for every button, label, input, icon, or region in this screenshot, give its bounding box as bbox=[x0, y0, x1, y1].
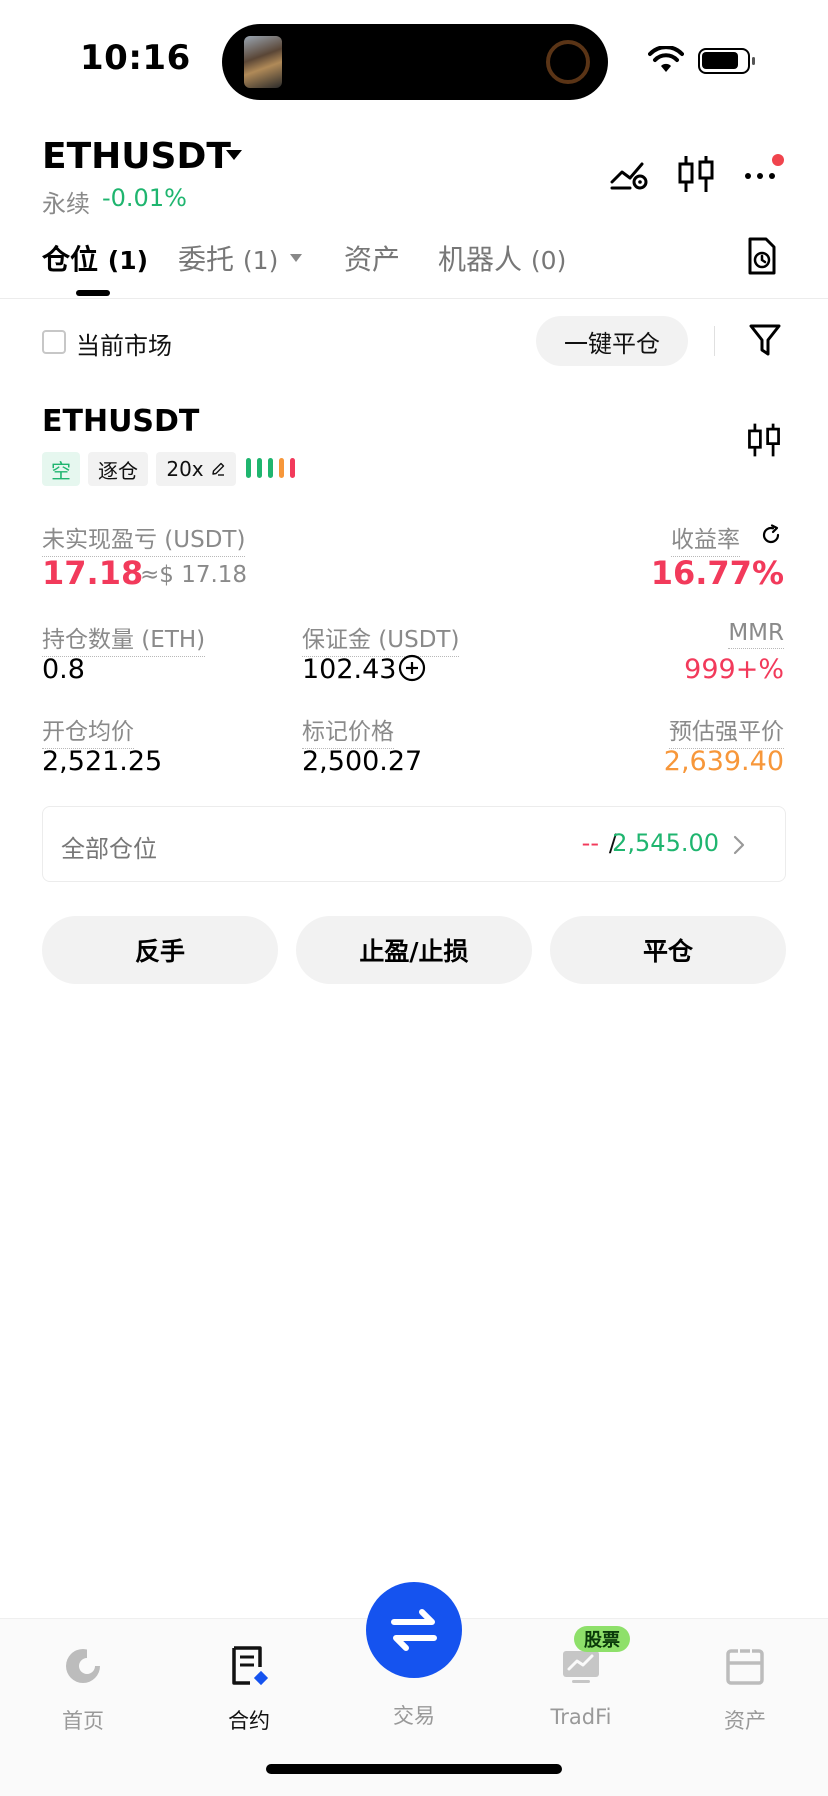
nav-home[interactable]: 首页 bbox=[0, 1619, 166, 1735]
all-positions-label: 全部仓位 bbox=[61, 835, 157, 863]
contract-type: 永续 bbox=[42, 190, 90, 218]
liquidation-price-value: 2,639.40 bbox=[663, 746, 784, 777]
all-positions-pnl: -- bbox=[581, 829, 599, 857]
orders-dropdown-icon[interactable] bbox=[290, 254, 302, 262]
side-tag: 空 bbox=[42, 452, 80, 486]
risk-level-bars bbox=[246, 458, 295, 478]
nav-label: 首页 bbox=[62, 1709, 104, 1733]
nav-label: TradFi bbox=[550, 1705, 612, 1729]
roe-value: 16.77% bbox=[650, 554, 784, 592]
entry-price-value: 2,521.25 bbox=[42, 746, 163, 777]
wifi-icon bbox=[648, 46, 684, 72]
filter-icon[interactable] bbox=[748, 322, 782, 358]
mark-price-value: 2,500.27 bbox=[302, 746, 423, 777]
trade-button[interactable] bbox=[366, 1582, 462, 1678]
home-indicator bbox=[266, 1764, 562, 1774]
notification-dot bbox=[772, 154, 784, 166]
close-position-button[interactable]: 平仓 bbox=[550, 916, 786, 984]
margin-mode-tag: 逐仓 bbox=[88, 452, 148, 486]
activity-ring-icon bbox=[546, 40, 590, 84]
current-market-label[interactable]: 当前市场 bbox=[76, 326, 172, 361]
tab-assets[interactable]: 资产 bbox=[344, 238, 400, 278]
nav-futures[interactable]: 合约 bbox=[166, 1619, 332, 1735]
futures-document-icon bbox=[232, 1646, 269, 1686]
entry-price-label[interactable]: 开仓均价 bbox=[42, 712, 134, 749]
media-thumbnail bbox=[244, 36, 282, 88]
price-alert-icon[interactable] bbox=[608, 152, 652, 196]
current-market-checkbox[interactable] bbox=[42, 330, 66, 354]
margin-label[interactable]: 保证金 (USDT) bbox=[302, 620, 460, 657]
kline-icon[interactable] bbox=[744, 420, 784, 460]
mark-price-label[interactable]: 标记价格 bbox=[302, 712, 394, 749]
edit-pencil-icon bbox=[211, 462, 224, 476]
nav-assets[interactable]: 资产 bbox=[662, 1619, 828, 1735]
nav-label: 资产 bbox=[724, 1709, 766, 1733]
tab-orders[interactable]: 委托 (1) bbox=[178, 238, 278, 278]
reverse-button[interactable]: 反手 bbox=[42, 916, 278, 984]
mmr-value: 999+% bbox=[684, 654, 784, 685]
chevron-right-icon bbox=[733, 835, 745, 855]
tab-positions[interactable]: 仓位 (1) bbox=[42, 238, 148, 278]
liquidation-price-label[interactable]: 预估强平价 bbox=[669, 712, 784, 749]
tab-count: (1) bbox=[242, 246, 279, 275]
risk-bar bbox=[268, 458, 273, 478]
unrealized-pnl-label[interactable]: 未实现盈亏 (USDT) bbox=[42, 520, 246, 557]
stocks-badge: 股票 bbox=[574, 1626, 630, 1652]
symbol-title[interactable]: ETHUSDT bbox=[42, 136, 231, 177]
vertical-divider bbox=[714, 326, 715, 356]
refresh-icon[interactable] bbox=[760, 524, 782, 546]
position-symbol[interactable]: ETHUSDT bbox=[42, 404, 199, 439]
tab-label: 仓位 bbox=[42, 243, 99, 276]
symbol-dropdown-icon[interactable] bbox=[226, 150, 242, 160]
add-margin-icon[interactable] bbox=[398, 654, 426, 682]
status-time: 10:16 bbox=[80, 38, 191, 78]
quantity-value: 0.8 bbox=[42, 654, 85, 685]
unrealized-pnl-value: 17.18 bbox=[42, 554, 144, 592]
risk-bar bbox=[290, 458, 295, 478]
tab-count: (0) bbox=[530, 246, 567, 275]
tp-sl-button[interactable]: 止盈/止损 bbox=[296, 916, 532, 984]
all-positions-value: 2,545.00 bbox=[612, 829, 719, 857]
tab-bots[interactable]: 机器人 (0) bbox=[438, 238, 566, 278]
nav-label: 合约 bbox=[228, 1709, 270, 1733]
risk-bar bbox=[257, 458, 262, 478]
active-tab-indicator bbox=[76, 290, 110, 296]
wallet-icon bbox=[726, 1649, 764, 1685]
leverage-tag[interactable]: 20x bbox=[156, 452, 236, 486]
unrealized-pnl-usd: ≈$ 17.18 bbox=[140, 562, 248, 588]
tab-label: 资产 bbox=[344, 243, 401, 276]
tab-label: 机器人 bbox=[438, 243, 523, 276]
tab-count: (1) bbox=[107, 246, 149, 275]
divider bbox=[0, 298, 828, 299]
leverage-value: 20x bbox=[166, 457, 204, 481]
risk-bar bbox=[246, 458, 251, 478]
mmr-label[interactable]: MMR bbox=[728, 620, 784, 649]
tab-label: 委托 bbox=[178, 243, 235, 276]
kline-icon[interactable] bbox=[674, 152, 718, 196]
all-positions-row[interactable]: 全部仓位 -- / 2,545.00 bbox=[42, 806, 786, 882]
price-change: -0.01% bbox=[102, 184, 187, 212]
history-document-icon[interactable] bbox=[746, 236, 778, 276]
close-all-button[interactable]: 一键平仓 bbox=[536, 316, 688, 366]
swap-arrows-icon bbox=[391, 1609, 437, 1651]
battery-icon bbox=[698, 48, 755, 74]
roe-label[interactable]: 收益率 bbox=[671, 520, 740, 557]
home-icon bbox=[66, 1649, 101, 1683]
risk-bar bbox=[279, 458, 284, 478]
dynamic-island bbox=[222, 24, 608, 100]
margin-value: 102.43 bbox=[302, 654, 397, 685]
quantity-label[interactable]: 持仓数量 (ETH) bbox=[42, 620, 206, 657]
nav-trade-label[interactable]: 交易 bbox=[366, 1700, 462, 1730]
